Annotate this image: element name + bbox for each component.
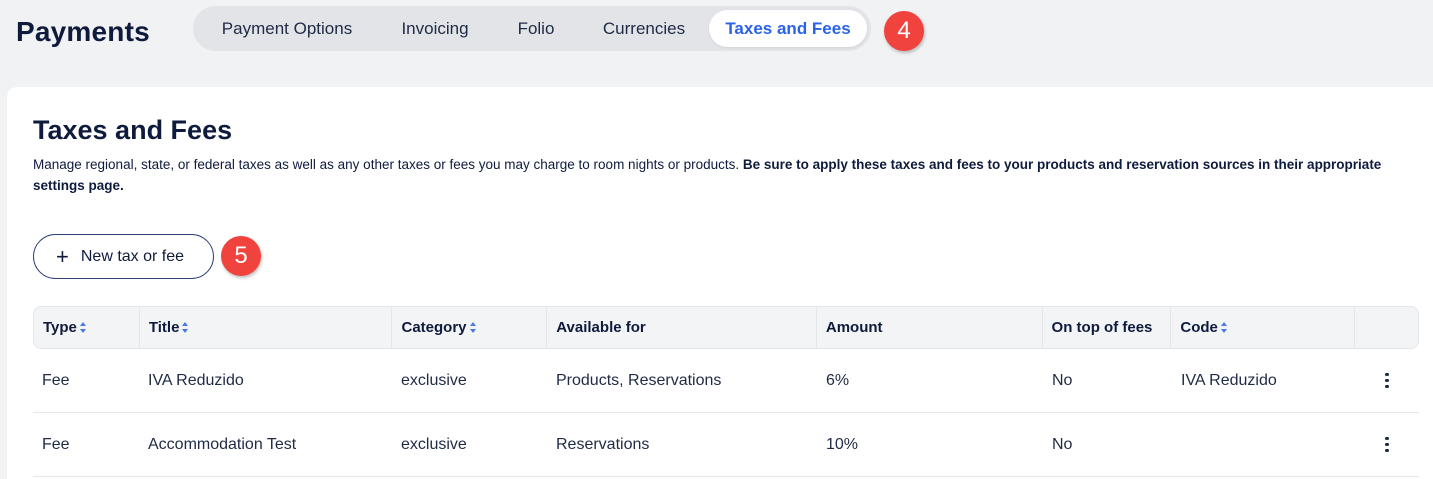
cell-amount: 10% [826, 435, 859, 453]
taxes-fees-table: Type Title Category Available for Amount… [33, 306, 1419, 477]
cell-available-for: Products, Reservations [556, 371, 722, 389]
section-title: Taxes and Fees [33, 115, 233, 145]
cell-code: IVA Reduzido [1181, 371, 1277, 389]
tab-folio[interactable]: Folio [493, 10, 579, 47]
cell-actions [1356, 435, 1419, 455]
plus-icon: + [56, 243, 69, 269]
column-header-on-top-of-fees: On top of fees [1043, 307, 1172, 348]
section-description: Manage regional, state, or federal taxes… [33, 154, 1403, 196]
column-header-category[interactable]: Category [392, 307, 548, 348]
tab-invoicing[interactable]: Invoicing [377, 10, 493, 47]
step-badge-5: 5 [221, 236, 261, 276]
top-bar: Payments Payment Options Invoicing Folio… [0, 0, 1433, 86]
tab-currencies[interactable]: Currencies [579, 10, 709, 47]
kebab-menu-icon[interactable] [1377, 371, 1397, 391]
page-title: Payments [16, 16, 150, 47]
sort-icon[interactable] [469, 322, 477, 333]
column-header-available-for: Available for [547, 307, 817, 348]
cell-actions [1356, 371, 1419, 391]
tab-taxes-and-fees[interactable]: Taxes and Fees [709, 10, 867, 47]
cell-available-for: Reservations [556, 435, 650, 453]
cell-amount: 6% [826, 371, 850, 389]
sort-icon[interactable] [1220, 322, 1228, 333]
column-header-actions [1355, 307, 1418, 348]
description-text: Manage regional, state, or federal taxes… [33, 157, 740, 172]
table-row[interactable]: Fee IVA Reduzido exclusive Products, Res… [33, 349, 1419, 413]
cell-on-top-of-fees: No [1052, 371, 1073, 389]
sort-icon[interactable] [79, 322, 87, 333]
column-header-title[interactable]: Title [140, 307, 393, 348]
tab-bar: Payment Options Invoicing Folio Currenci… [193, 6, 871, 51]
table-row[interactable]: Fee Accommodation Test exclusive Reserva… [33, 413, 1419, 477]
cell-title: IVA Reduzido [148, 371, 244, 389]
step-badge-4: 4 [884, 11, 924, 51]
cell-type: Fee [42, 371, 70, 389]
cell-type: Fee [42, 435, 70, 453]
taxes-fees-panel: Taxes and Fees Manage regional, state, o… [7, 87, 1433, 479]
cell-on-top-of-fees: No [1052, 435, 1073, 453]
kebab-menu-icon[interactable] [1377, 435, 1397, 455]
tab-payment-options[interactable]: Payment Options [197, 10, 377, 47]
cell-category: exclusive [401, 435, 467, 453]
sort-icon[interactable] [182, 322, 189, 333]
new-button-label: New tax or fee [80, 247, 185, 265]
cell-title: Accommodation Test [148, 435, 297, 453]
table-header: Type Title Category Available for Amount… [33, 306, 1419, 349]
column-header-type[interactable]: Type [34, 307, 140, 348]
column-header-code[interactable]: Code [1171, 307, 1356, 348]
cell-category: exclusive [401, 371, 467, 389]
new-tax-or-fee-button[interactable]: + New tax or fee [33, 234, 214, 279]
column-header-amount: Amount [817, 307, 1043, 348]
